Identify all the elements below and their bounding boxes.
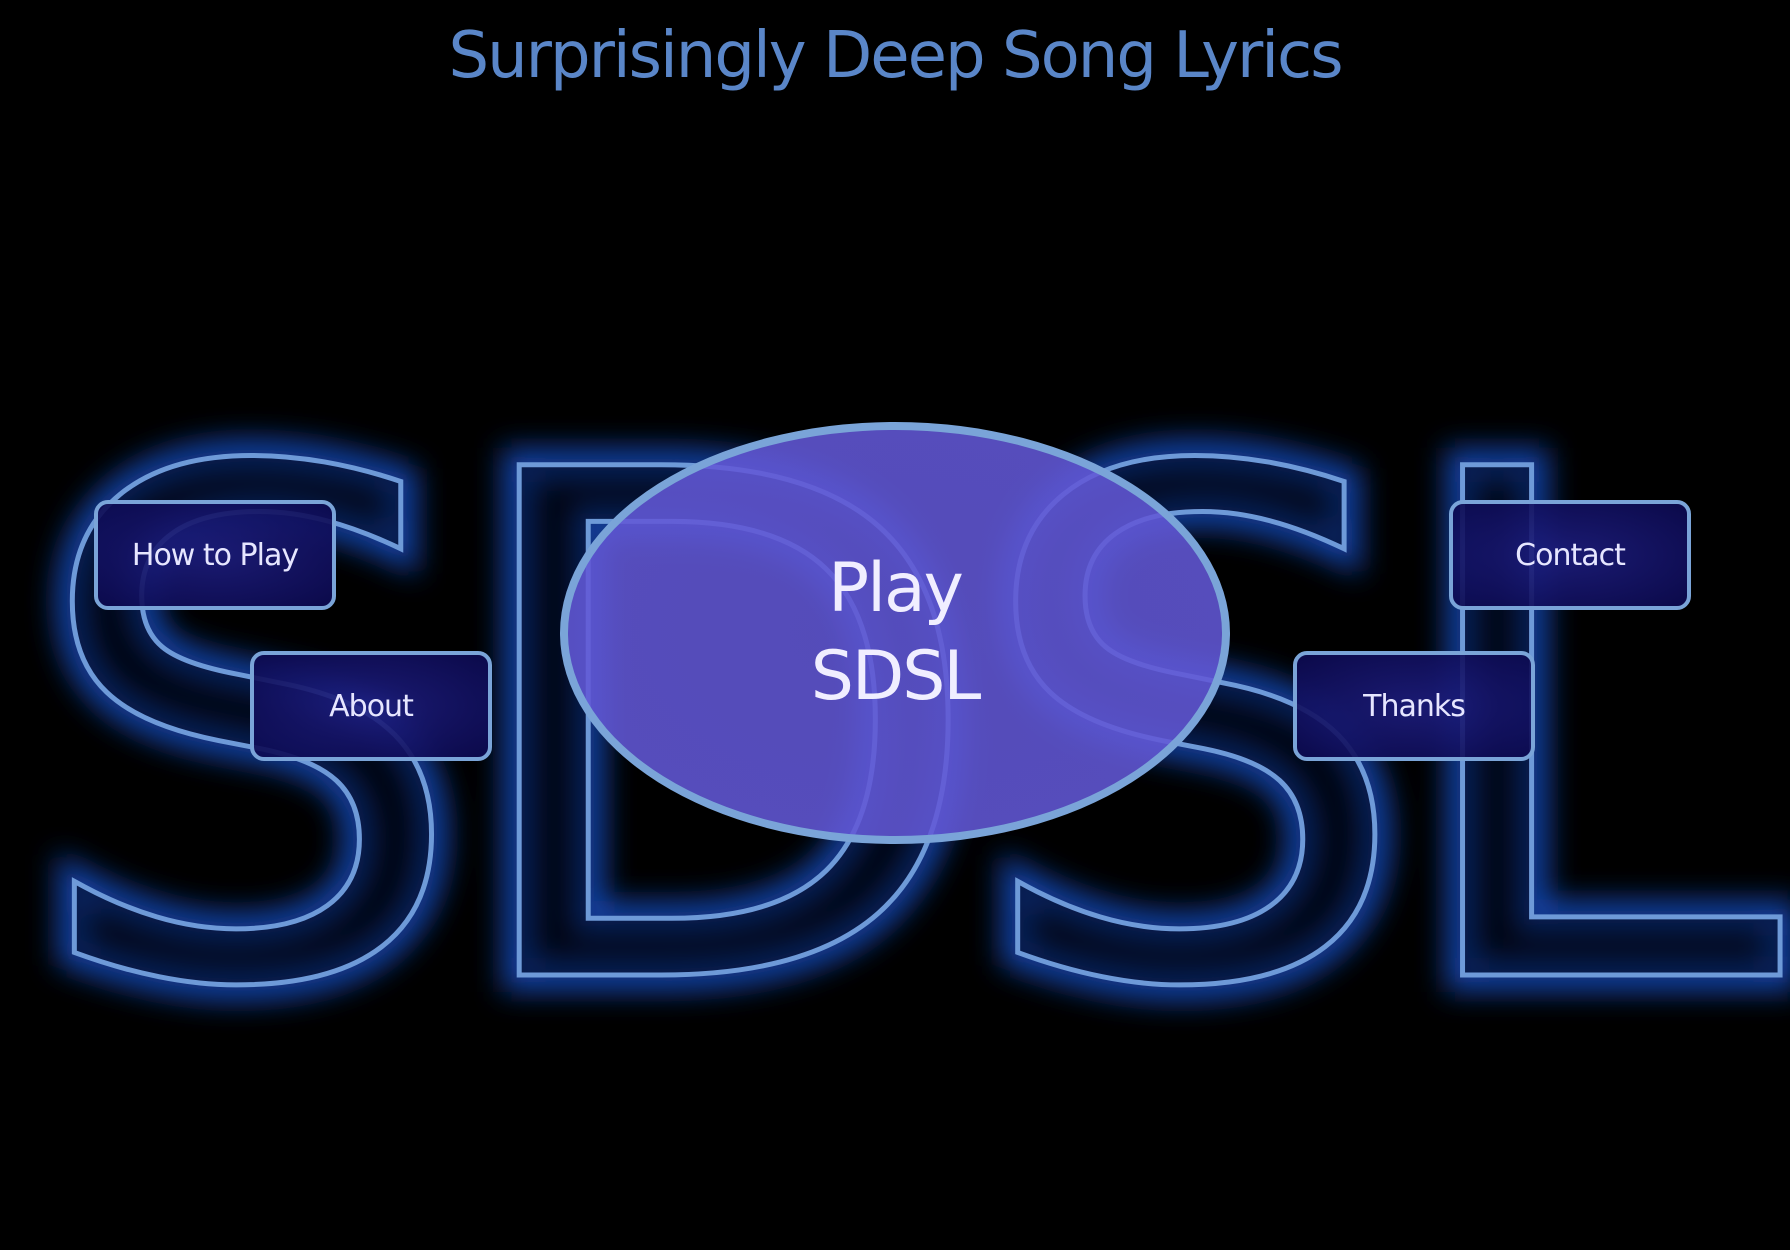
about-button[interactable]: About — [250, 651, 492, 761]
thanks-button[interactable]: Thanks — [1293, 651, 1535, 761]
thanks-label: Thanks — [1363, 688, 1466, 724]
contact-button[interactable]: Contact — [1449, 500, 1691, 610]
play-sdsl-button[interactable]: Play SDSL — [560, 422, 1230, 844]
play-label-line1: Play — [828, 549, 964, 628]
play-label-line2: SDSL — [810, 637, 982, 716]
how-to-play-button[interactable]: How to Play — [94, 500, 336, 610]
how-to-play-label: How to Play — [131, 537, 299, 573]
about-label: About — [329, 688, 414, 724]
contact-label: Contact — [1515, 537, 1626, 573]
